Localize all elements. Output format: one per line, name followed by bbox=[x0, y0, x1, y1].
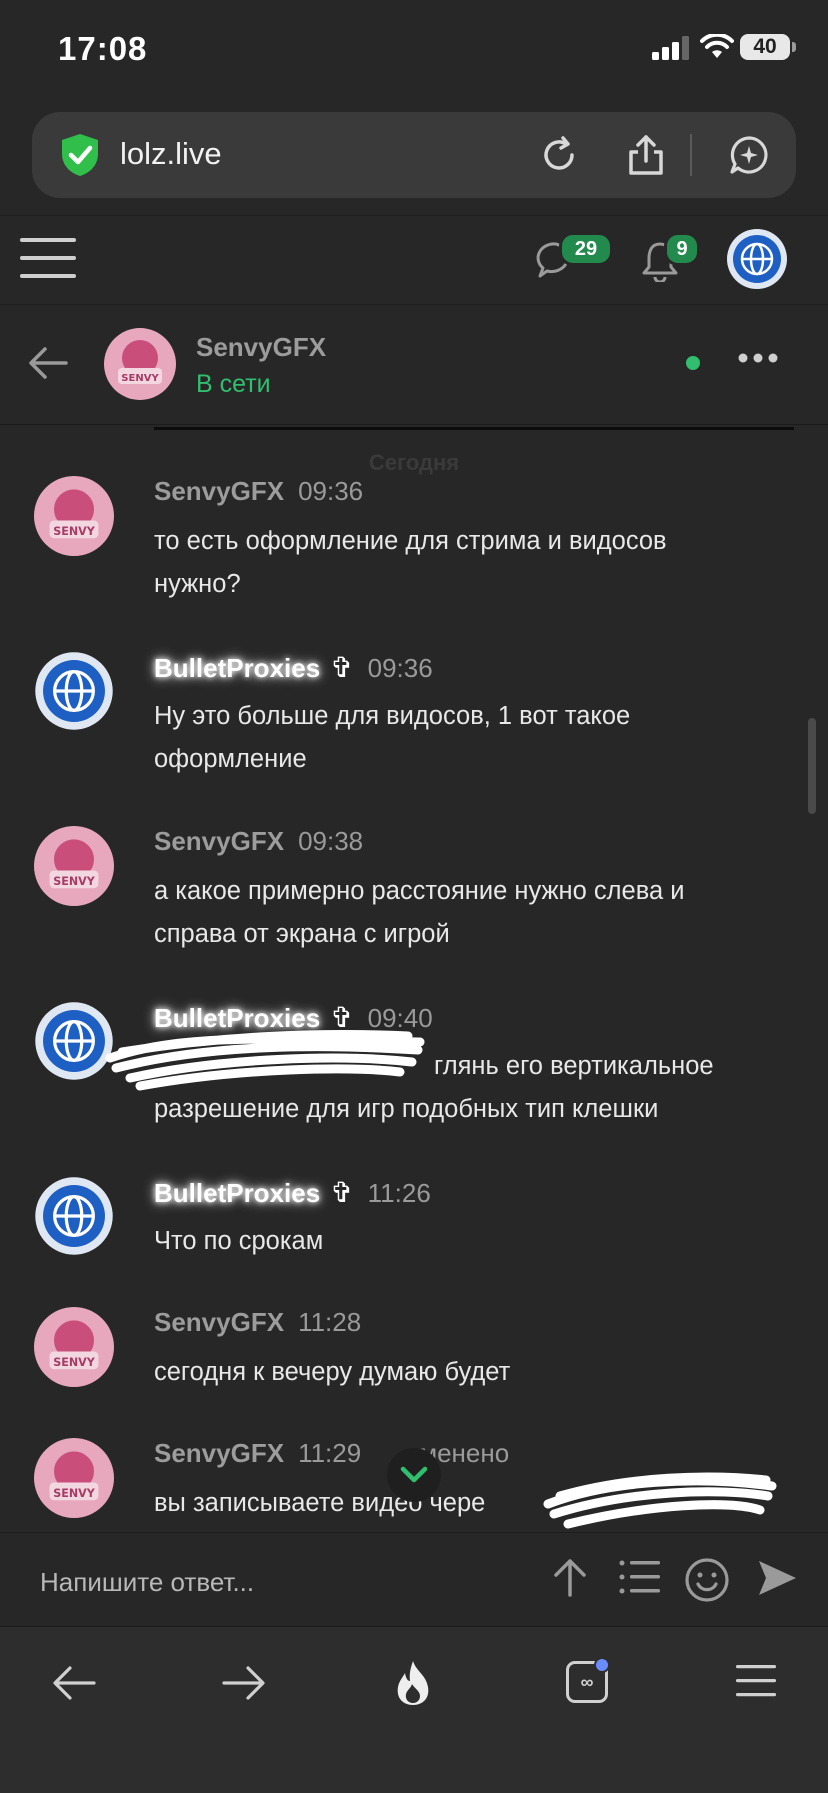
message-meta: BulletProxies ✞ 09:36 bbox=[154, 651, 433, 684]
chevron-down-icon bbox=[400, 1466, 428, 1483]
reload-icon[interactable] bbox=[538, 134, 580, 176]
message-meta: BulletProxies ✞ 11:26 bbox=[154, 1176, 431, 1209]
browser-back-icon[interactable] bbox=[52, 1663, 96, 1703]
forum-navbar: 29 9 bbox=[0, 215, 828, 305]
chat-header: SENVY SenvyGFX В сети bbox=[0, 304, 828, 425]
contact-name[interactable]: SenvyGFX bbox=[196, 332, 326, 363]
list-icon[interactable] bbox=[618, 1557, 662, 1597]
assistant-chat-icon[interactable] bbox=[728, 134, 770, 176]
senvy-avatar[interactable]: SENVY bbox=[34, 826, 114, 906]
reply-input[interactable]: Напишите ответ... bbox=[40, 1567, 254, 1598]
author-name[interactable]: SenvyGFX bbox=[154, 476, 284, 506]
author-name[interactable]: BulletProxies bbox=[154, 653, 320, 683]
more-options-icon[interactable] bbox=[738, 352, 778, 364]
message-line: нужно? bbox=[154, 570, 241, 598]
address-bar[interactable]: lolz.live bbox=[32, 112, 796, 198]
author-name[interactable]: SenvyGFX bbox=[154, 1438, 284, 1468]
message-line: справа от экрана с игрой bbox=[154, 920, 450, 948]
message-meta: SenvyGFX 09:36 bbox=[154, 476, 363, 507]
message-meta: SenvyGFX 11:29 менено bbox=[154, 1438, 509, 1469]
signal-icon bbox=[652, 36, 689, 60]
message-line: разрешение для игр подобных тип клешки bbox=[154, 1095, 659, 1123]
svg-text:SENVY: SENVY bbox=[53, 1487, 95, 1500]
conversations-badge: 29 bbox=[559, 232, 613, 266]
message-meta: SenvyGFX 09:38 bbox=[154, 826, 363, 857]
senvy-avatar[interactable]: SENVY bbox=[34, 476, 114, 556]
loading-divider bbox=[154, 427, 794, 430]
send-icon[interactable] bbox=[756, 1557, 798, 1599]
online-indicator bbox=[686, 356, 700, 370]
reply-bar: Напишите ответ... bbox=[0, 1532, 828, 1627]
menu-icon[interactable] bbox=[20, 234, 76, 282]
message-line: Ну это больше для видосов, 1 вот такое bbox=[154, 702, 631, 730]
arrow-up-icon[interactable] bbox=[552, 1557, 588, 1597]
message-line: оформление bbox=[154, 745, 307, 773]
message-line: сегодня к вечеру думаю будет bbox=[154, 1358, 511, 1386]
author-name[interactable]: SenvyGFX bbox=[154, 1307, 284, 1337]
message-time: 09:38 bbox=[298, 826, 364, 856]
author-name[interactable]: BulletProxies bbox=[154, 1178, 320, 1208]
senvy-avatar[interactable]: SENVY bbox=[34, 1307, 114, 1387]
message-meta: SenvyGFX 11:28 bbox=[154, 1307, 361, 1338]
share-icon[interactable] bbox=[626, 134, 666, 176]
message-text: Ну это больше для видосов, 1 вот такое о… bbox=[154, 695, 794, 781]
day-separator: Сегодня bbox=[368, 450, 460, 475]
cross-badge: ✞ bbox=[330, 1177, 354, 1208]
message-text: Что по срокам bbox=[154, 1220, 794, 1263]
message-time: 11:26 bbox=[367, 1178, 431, 1208]
browser-toolbar: ∞ bbox=[0, 1626, 828, 1793]
redaction-scribble bbox=[543, 1472, 777, 1529]
scroll-to-bottom-button[interactable] bbox=[387, 1448, 441, 1502]
message-text: сегодня к вечеру думаю будет bbox=[154, 1351, 794, 1394]
author-name[interactable]: SenvyGFX bbox=[154, 826, 284, 856]
alerts-badge: 9 bbox=[664, 232, 700, 266]
back-arrow-icon[interactable] bbox=[28, 346, 68, 380]
bullet-avatar[interactable] bbox=[34, 651, 114, 731]
message-line: Что по срокам bbox=[154, 1227, 324, 1255]
status-time: 17:08 bbox=[58, 30, 148, 67]
flame-icon[interactable] bbox=[392, 1659, 434, 1707]
scrollbar[interactable] bbox=[808, 718, 816, 814]
cross-badge: ✞ bbox=[330, 652, 354, 683]
url-text[interactable]: lolz.live bbox=[120, 136, 222, 172]
message-time: 09:36 bbox=[298, 476, 364, 506]
battery-tip bbox=[792, 42, 796, 52]
contact-avatar[interactable]: SENVY bbox=[104, 328, 176, 405]
user-avatar[interactable] bbox=[726, 228, 788, 295]
redaction-scribble bbox=[105, 1030, 425, 1091]
anime-avatar-icon: SENVY bbox=[104, 328, 176, 400]
svg-text:SENVY: SENVY bbox=[53, 875, 95, 888]
message-time: 11:28 bbox=[298, 1307, 362, 1337]
url-separator bbox=[690, 134, 692, 176]
wifi-icon bbox=[700, 34, 734, 58]
message-line: то есть оформление для стрима и видосов bbox=[154, 527, 667, 555]
message-text: а какое примерно расстояние нужно слева … bbox=[154, 870, 794, 956]
bullet-avatar[interactable] bbox=[34, 1176, 114, 1256]
browser-menu-icon[interactable] bbox=[736, 1663, 776, 1699]
senvy-avatar[interactable]: SENVY bbox=[34, 1438, 114, 1518]
message-line: а какое примерно расстояние нужно слева … bbox=[154, 877, 685, 905]
battery-indicator: 40 bbox=[740, 34, 790, 60]
shield-check-icon bbox=[62, 134, 98, 176]
message-text: то есть оформление для стрима и видосов … bbox=[154, 520, 794, 606]
contact-status: В сети bbox=[196, 370, 271, 398]
browser-forward-icon[interactable] bbox=[222, 1663, 266, 1703]
svg-text:SENVY: SENVY bbox=[53, 525, 95, 538]
emoji-icon[interactable] bbox=[684, 1557, 730, 1603]
status-bar: 17:08 40 bbox=[0, 0, 828, 100]
svg-text:SENVY: SENVY bbox=[121, 373, 159, 384]
message-time: 09:36 bbox=[367, 653, 433, 683]
svg-text:SENVY: SENVY bbox=[53, 1356, 95, 1369]
tabs-notification-dot bbox=[594, 1657, 610, 1673]
message-time: 11:29 bbox=[298, 1438, 362, 1468]
globe-icon bbox=[727, 229, 787, 289]
